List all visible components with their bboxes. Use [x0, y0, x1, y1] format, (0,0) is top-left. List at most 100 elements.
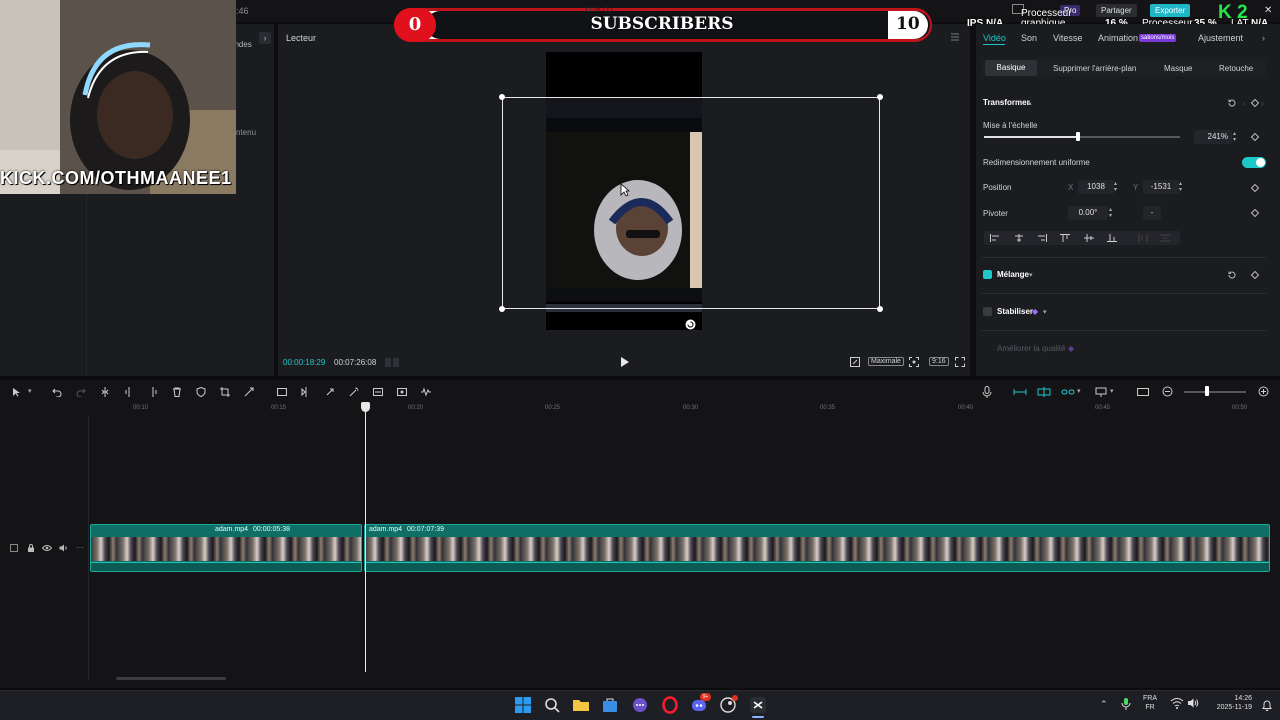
- prev-keyframe-icon[interactable]: ‹: [1243, 99, 1246, 108]
- next-keyframe-icon[interactable]: ›: [1261, 99, 1264, 108]
- collapse-caret-icon[interactable]: ▴: [1028, 99, 1032, 107]
- subtab-remove-background[interactable]: Supprimer l'arrière-plan: [1053, 64, 1136, 73]
- search-icon[interactable]: [542, 695, 562, 715]
- captions-icon[interactable]: [373, 387, 383, 397]
- blend-checkbox[interactable]: [983, 270, 992, 279]
- crop-icon[interactable]: [220, 387, 230, 397]
- playhead[interactable]: [365, 404, 366, 672]
- tabs-scroll-right-icon[interactable]: ›: [1262, 33, 1265, 43]
- main-track-magnet-icon[interactable]: [1013, 387, 1027, 397]
- keyframe-icon[interactable]: [1251, 184, 1259, 192]
- lock-icon[interactable]: [27, 544, 35, 552]
- tab-video[interactable]: Vidéo: [983, 33, 1006, 43]
- timeline-zoom-slider[interactable]: [1184, 391, 1246, 393]
- ai-tool-icon[interactable]: [244, 387, 254, 397]
- chevron-down-icon[interactable]: ▾: [28, 387, 32, 395]
- more-icon[interactable]: ···: [76, 544, 84, 552]
- magic-wand-icon[interactable]: [349, 387, 359, 397]
- resize-handle[interactable]: [877, 306, 883, 312]
- transform-heading[interactable]: Transformer: [983, 98, 1030, 107]
- rotate-handle-icon[interactable]: [685, 319, 696, 330]
- align-right-icon[interactable]: [1037, 234, 1047, 242]
- keyframe-icon[interactable]: [1251, 133, 1259, 141]
- split-left-icon[interactable]: [124, 387, 134, 397]
- chevron-down-icon[interactable]: ▾: [1077, 387, 1081, 395]
- scale-input[interactable]: 241%: [1194, 130, 1232, 144]
- track-cover-icon[interactable]: [10, 544, 18, 552]
- rotate-input[interactable]: 0.00°: [1068, 206, 1108, 220]
- volume-icon[interactable]: [59, 544, 69, 552]
- subtab-basic[interactable]: Basique: [985, 60, 1037, 76]
- preview-axis-icon[interactable]: [1095, 387, 1107, 397]
- fullscreen-icon[interactable]: [955, 357, 965, 367]
- collapse-panel-icon[interactable]: ›: [259, 32, 271, 44]
- edit-icon[interactable]: [850, 357, 860, 367]
- split-icon[interactable]: [100, 387, 110, 397]
- media-panel-label[interactable]: ntenu: [236, 128, 256, 137]
- enhance-quality-label[interactable]: Améliorer la qualité: [997, 344, 1065, 353]
- fit-screen-icon[interactable]: [909, 357, 919, 367]
- timeline-clip[interactable]: adam.mp4 00:07:07:39: [364, 524, 1270, 572]
- resize-handle[interactable]: [877, 94, 883, 100]
- tab-adjustment[interactable]: Ajustement: [1198, 33, 1243, 43]
- reset-icon[interactable]: [1227, 270, 1237, 280]
- resize-handle[interactable]: [499, 94, 505, 100]
- timeline-scrollbar[interactable]: [116, 677, 226, 680]
- link-icon[interactable]: [1061, 387, 1075, 397]
- rotate-tool-icon[interactable]: [325, 387, 335, 397]
- tab-audio[interactable]: Son: [1021, 33, 1037, 43]
- zoom-fit-icon[interactable]: [1258, 386, 1269, 397]
- position-x-input[interactable]: 1038: [1078, 180, 1114, 194]
- distribute-h-icon[interactable]: [1138, 234, 1148, 242]
- subtab-mask[interactable]: Masque: [1164, 64, 1192, 73]
- timecode-toggle-icon[interactable]: [385, 358, 399, 367]
- select-tool-icon[interactable]: [12, 387, 22, 397]
- wifi-icon[interactable]: [1170, 697, 1184, 709]
- transform-selection-box[interactable]: [502, 97, 880, 309]
- opera-browser-icon[interactable]: [660, 695, 680, 715]
- align-center-v-icon[interactable]: [1084, 234, 1094, 242]
- freeze-frame-icon[interactable]: [277, 387, 287, 397]
- zoom-out-icon[interactable]: [1162, 386, 1173, 397]
- chevron-down-icon[interactable]: ▾: [1110, 387, 1114, 395]
- reset-icon[interactable]: [1227, 98, 1237, 108]
- speaker-icon[interactable]: [1187, 697, 1199, 709]
- menu-icon[interactable]: [950, 32, 960, 42]
- rotate-stepper-icon[interactable]: ▴ ▾: [1109, 207, 1112, 219]
- mirror-icon[interactable]: [301, 387, 311, 397]
- undo-icon[interactable]: [52, 387, 62, 397]
- beat-detect-icon[interactable]: [421, 387, 431, 397]
- input-language[interactable]: FRA FR: [1143, 694, 1157, 712]
- keyframe-icon[interactable]: [1251, 99, 1259, 107]
- subtab-retouch[interactable]: Retouche: [1219, 64, 1253, 73]
- blend-heading[interactable]: Mélange: [997, 270, 1029, 279]
- expand-caret-icon[interactable]: ▾: [1029, 271, 1033, 279]
- chat-app-icon[interactable]: [630, 695, 650, 715]
- position-y-stepper-icon[interactable]: ▴ ▾: [1179, 181, 1182, 193]
- rotate-dial-icon[interactable]: -: [1143, 206, 1161, 220]
- quality-button[interactable]: Maximale: [868, 357, 904, 366]
- stabilize-checkbox[interactable]: [983, 307, 992, 316]
- position-x-stepper-icon[interactable]: ▴ ▾: [1114, 181, 1117, 193]
- playhead-handle[interactable]: [361, 402, 370, 412]
- timeline-zoom-handle[interactable]: [1205, 386, 1209, 396]
- file-explorer-icon[interactable]: [571, 695, 591, 715]
- shield-icon[interactable]: [196, 387, 206, 397]
- notifications-bell-icon[interactable]: [1262, 699, 1272, 711]
- keyframe-icon[interactable]: [1251, 209, 1259, 217]
- subtitle-track-icon[interactable]: [1137, 387, 1149, 397]
- align-center-h-icon[interactable]: [1014, 234, 1024, 242]
- share-button[interactable]: Partager: [1096, 4, 1137, 17]
- eye-icon[interactable]: [42, 544, 52, 552]
- split-right-icon[interactable]: [148, 387, 158, 397]
- distribute-v-icon[interactable]: [1160, 234, 1170, 242]
- windows-start-icon[interactable]: [513, 695, 533, 715]
- tab-speed[interactable]: Vitesse: [1053, 33, 1082, 43]
- close-icon[interactable]: ✕: [1264, 5, 1272, 16]
- scale-slider-handle[interactable]: [1076, 132, 1080, 141]
- play-button[interactable]: [618, 356, 630, 368]
- stabilize-heading[interactable]: Stabiliser: [997, 307, 1033, 316]
- aspect-ratio-button[interactable]: 9:16: [929, 357, 949, 366]
- auto-snap-icon[interactable]: [1037, 387, 1051, 397]
- mic-tray-icon[interactable]: [1121, 697, 1131, 711]
